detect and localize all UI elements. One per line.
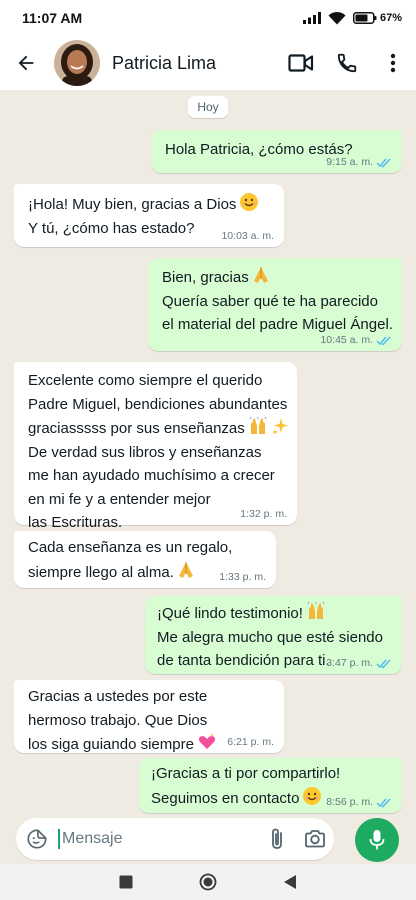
message-line: graciasssss por sus enseñanzas: [28, 416, 288, 441]
recents-button[interactable]: [119, 875, 133, 889]
system-nav-bar: [0, 864, 416, 900]
message-meta: 3:47 p. m.: [326, 657, 392, 669]
message-bubble-incoming[interactable]: ¡Hola! Muy bien, gracias a Dios Y tú, ¿c…: [14, 184, 284, 247]
message-composer: Mensaje: [0, 818, 416, 864]
battery-icon: [352, 12, 377, 24]
video-call-button[interactable]: [278, 36, 324, 90]
praying-hands-emoji: [253, 267, 268, 283]
back-nav-button[interactable]: [283, 874, 297, 890]
message-time: 9:15 a. m.: [326, 156, 373, 168]
message-text: ¡Hola! Muy bien, gracias a Dios: [28, 196, 237, 213]
double-check-icon: [376, 157, 391, 168]
message-meta: 8:56 p. m.: [326, 796, 392, 808]
sparkles-emoji: [271, 418, 288, 435]
message-text: los siga guiando siempre: [28, 736, 194, 753]
wifi-icon: [328, 11, 346, 25]
message-text: me han ayudado muchísimo a crecer: [28, 467, 275, 484]
message-time: 3:47 p. m.: [326, 657, 373, 669]
message-text: Me alegra mucho que esté siendo: [157, 628, 383, 646]
more-options-button[interactable]: [370, 36, 416, 90]
double-check-icon: [376, 335, 391, 346]
home-button[interactable]: [199, 873, 217, 891]
message-bubble-incoming[interactable]: Gracias a ustedes por este hermoso traba…: [14, 680, 284, 753]
status-time: 11:07 AM: [22, 10, 83, 26]
contact-avatar[interactable]: [54, 40, 100, 86]
message-text: ¡Qué lindo testimonio!: [157, 605, 303, 622]
contact-name[interactable]: Patricia Lima: [112, 53, 278, 74]
smile-emoji: [303, 786, 322, 805]
chat-area[interactable]: Hoy Hola Patricia, ¿cómo estás? 9:15 a. …: [0, 90, 416, 818]
message-time: 6:21 p. m.: [227, 736, 274, 748]
message-meta: 10:45 a. m.: [320, 334, 392, 346]
signal-icon: [302, 12, 321, 24]
message-line: ¡Hola! Muy bien, gracias a Dios: [28, 192, 272, 217]
message-meta: 1:33 p. m.: [219, 571, 266, 583]
status-icons: 67%: [302, 11, 402, 25]
message-text: Gracias a ustedes por este: [28, 688, 208, 705]
message-bubble-outgoing[interactable]: ¡Qué lindo testimonio! Me alegra mucho q…: [145, 596, 402, 674]
double-check-icon: [376, 797, 391, 808]
double-check-icon: [376, 658, 391, 669]
mic-icon: [369, 830, 385, 850]
back-arrow-icon: [18, 55, 34, 71]
message-time: 1:33 p. m.: [219, 571, 266, 583]
message-text: Seguimos en contacto: [151, 789, 300, 807]
home-icon: [199, 873, 217, 891]
message-text: Excelente como siempre el querido: [28, 372, 263, 389]
message-text: Cada enseñanza es un regalo,: [28, 539, 233, 556]
camera-icon: [305, 830, 325, 848]
sparkling-heart-emoji: [198, 733, 216, 749]
sticker-button[interactable]: [16, 818, 58, 860]
battery: 67%: [352, 12, 402, 24]
message-text: el material del padre Miguel Ángel.: [162, 316, 393, 333]
attach-icon: [272, 828, 282, 849]
camera-button[interactable]: [296, 818, 334, 860]
smile-emoji: [240, 193, 259, 211]
video-call-icon: [288, 54, 314, 72]
message-meta: 1:32 p. m.: [240, 508, 287, 520]
chat-header: Patricia Lima: [0, 36, 416, 90]
message-line: ¡Qué lindo testimonio!: [157, 601, 390, 626]
message-line: Bien, gracias: [162, 265, 390, 290]
message-time: 10:45 a. m.: [320, 334, 373, 346]
message-bubble-outgoing[interactable]: ¡Gracias a ti por compartirlo! Seguimos …: [139, 758, 402, 813]
message-time: 1:32 p. m.: [240, 508, 287, 520]
message-input[interactable]: Mensaje: [58, 829, 258, 849]
message-meta: 9:15 a. m.: [326, 156, 392, 168]
date-chip: Hoy: [188, 96, 228, 118]
message-text: siempre llego al alma.: [28, 563, 174, 581]
message-bubble-outgoing[interactable]: Bien, gracias Quería saber qué te ha par…: [148, 258, 402, 351]
status-bar: 11:07 AM 67%: [0, 0, 416, 36]
message-text: graciasssss por sus enseñanzas: [28, 420, 245, 437]
recents-icon: [119, 875, 133, 889]
voice-message-button[interactable]: [355, 818, 399, 862]
message-text: Padre Miguel, bendiciones abundantes: [28, 395, 288, 413]
message-text: ¡Gracias a ti por compartirlo!: [151, 765, 341, 782]
back-button[interactable]: [0, 36, 52, 90]
message-meta: 6:21 p. m.: [227, 736, 274, 748]
battery-percent: 67%: [379, 12, 402, 24]
message-bubble-outgoing[interactable]: Hola Patricia, ¿cómo estás? 9:15 a. m.: [151, 130, 402, 173]
message-bubble-incoming[interactable]: Excelente como siempre el querido Padre …: [14, 362, 297, 531]
raising-hands-emoji: [249, 416, 267, 434]
back-triangle-icon: [284, 875, 296, 889]
phone-icon: [337, 53, 357, 73]
message-text: Bien, gracias: [162, 269, 249, 286]
message-input-bar[interactable]: Mensaje: [16, 818, 334, 860]
praying-hands-emoji: [178, 561, 193, 578]
avatar-photo: [54, 40, 100, 86]
message-time: 8:56 p. m.: [326, 796, 373, 808]
message-meta: 10:03 a. m.: [221, 230, 274, 242]
voice-call-button[interactable]: [324, 36, 370, 90]
message-text: hermoso trabajo. Que Dios: [28, 711, 208, 729]
message-time: 10:03 a. m.: [221, 230, 274, 242]
message-bubble-incoming[interactable]: Cada enseñanza es un regalo, siempre lle…: [14, 531, 276, 588]
sticker-icon: [27, 829, 47, 849]
message-text: De verdad sus libros y enseñanzas: [28, 443, 262, 461]
raising-hands-emoji: [307, 601, 325, 619]
more-options-icon: [390, 53, 396, 73]
message-text: Quería saber qué te ha parecido: [162, 292, 378, 310]
attach-button[interactable]: [258, 818, 296, 860]
